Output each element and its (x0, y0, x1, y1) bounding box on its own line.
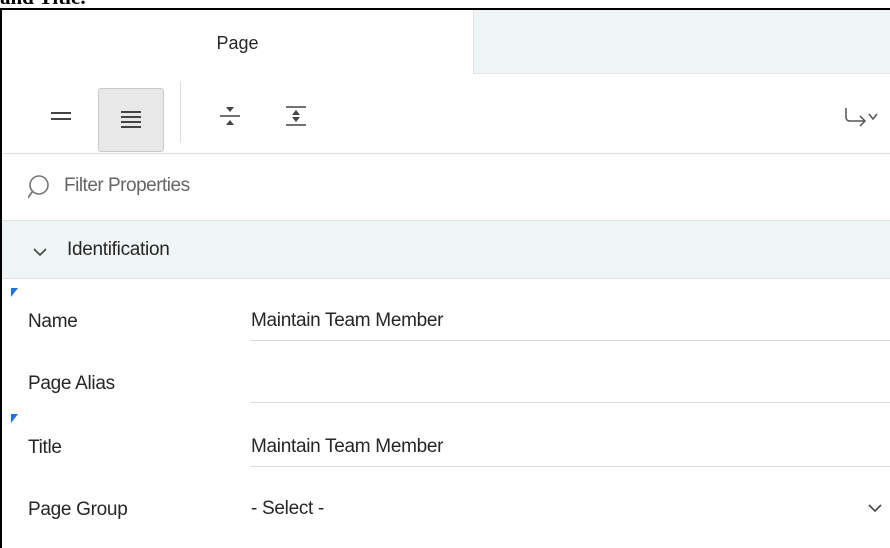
property-toolbar (2, 74, 890, 154)
property-row-name: Name Maintain Team Member (2, 280, 890, 342)
tab-bar-empty-area (473, 10, 890, 74)
filter-bar (2, 154, 890, 221)
cropped-heading-text: and Title. (0, 0, 86, 8)
search-icon (28, 175, 49, 200)
group-label: Identification (67, 239, 170, 260)
name-field[interactable]: Maintain Team Member (251, 302, 890, 341)
filter-properties-input[interactable] (64, 170, 464, 202)
required-marker (11, 414, 18, 423)
go-to-group-icon (845, 108, 878, 127)
tab-page[interactable]: Page (2, 10, 473, 74)
required-marker (11, 288, 18, 297)
page-group-select[interactable]: - Select - (251, 490, 890, 529)
property-row-title: Title Maintain Team Member (2, 406, 890, 468)
group-header-identification[interactable]: Identification (2, 221, 890, 279)
property-editor-panel: Page Filter Properties Identification Na… (0, 8, 890, 548)
chevron-down-icon (33, 248, 47, 257)
property-row-page-group: Page Group - Select - (2, 468, 890, 530)
go-to-group-button[interactable] (838, 92, 890, 140)
property-label: Title (28, 437, 62, 458)
page-group-selected-value: - Select - (251, 498, 325, 519)
expand-all-button[interactable] (272, 92, 320, 140)
page-alias-field[interactable] (251, 364, 890, 403)
chevron-down-icon (868, 504, 882, 513)
property-label: Page Alias (28, 373, 115, 394)
collapse-all-icon (220, 107, 240, 125)
property-label: Name (28, 311, 78, 332)
tab-bar: Page (2, 10, 890, 74)
show-all-button[interactable] (98, 88, 164, 152)
property-row-page-alias: Page Alias (2, 342, 890, 404)
property-label: Page Group (28, 499, 128, 520)
toolbar-separator (180, 82, 181, 142)
show-common-button[interactable] (35, 90, 87, 142)
collapse-all-button[interactable] (206, 92, 254, 140)
expand-all-icon (286, 106, 306, 126)
show-common-icon (51, 112, 71, 120)
title-field[interactable]: Maintain Team Member (251, 428, 890, 467)
show-all-icon (121, 111, 141, 128)
